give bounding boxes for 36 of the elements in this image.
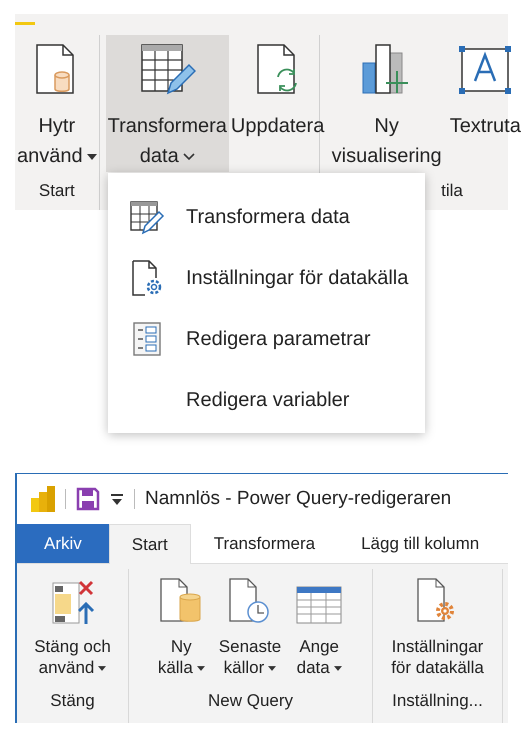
customize-toolbar-icon[interactable] (110, 493, 124, 505)
ribbon-button[interactable]: Textruta (448, 35, 523, 172)
group-label: Start (38, 180, 75, 202)
group-label: Stäng (50, 690, 95, 712)
table-icon (295, 585, 344, 625)
caret-icon (268, 666, 276, 672)
save-icon[interactable] (76, 487, 100, 511)
caret-icon (334, 666, 342, 672)
accent-bar (15, 22, 35, 25)
chevron-icon (182, 152, 195, 161)
ribbon-button[interactable]: Ny källa (154, 569, 209, 686)
ribbon-button[interactable]: Ange data (291, 569, 348, 686)
power-bi-logo (31, 486, 55, 512)
menu-item[interactable]: Redigera variabler (108, 369, 425, 430)
window-title: Namnlös - Power Query-redigeraren (145, 486, 452, 511)
ribbon-button[interactable]: Inställningar för datakälla (387, 569, 488, 686)
menu-item[interactable]: Redigera parametrar (108, 308, 425, 369)
ribbon-button[interactable]: Ny visualisering (326, 35, 448, 172)
ribbon-button[interactable]: Senaste källor (214, 569, 286, 686)
parameter-list-icon (132, 320, 162, 356)
table-pencil-icon (129, 198, 165, 234)
menu-item[interactable]: Inställningar för datakälla (108, 247, 425, 308)
ribbon-button[interactable]: Uppdatera (228, 35, 326, 172)
menu-item[interactable]: Transformera data (108, 186, 425, 247)
caret-icon (98, 666, 106, 672)
group-label: New Query (208, 690, 294, 712)
group-label: tila (441, 180, 463, 202)
ribbon-button[interactable]: Hytr använd (15, 35, 99, 172)
close-apply-icon (50, 579, 96, 625)
ribbon-tab[interactable]: Arkiv (17, 524, 109, 563)
ribbon-button[interactable]: Transformera data (106, 35, 229, 172)
group-label: Inställning... (392, 690, 483, 712)
caret-icon (196, 666, 205, 672)
ribbon-tab[interactable]: Start (108, 524, 191, 564)
caret-icon (86, 154, 97, 160)
ribbon-button[interactable]: Stäng och använd (30, 569, 115, 686)
